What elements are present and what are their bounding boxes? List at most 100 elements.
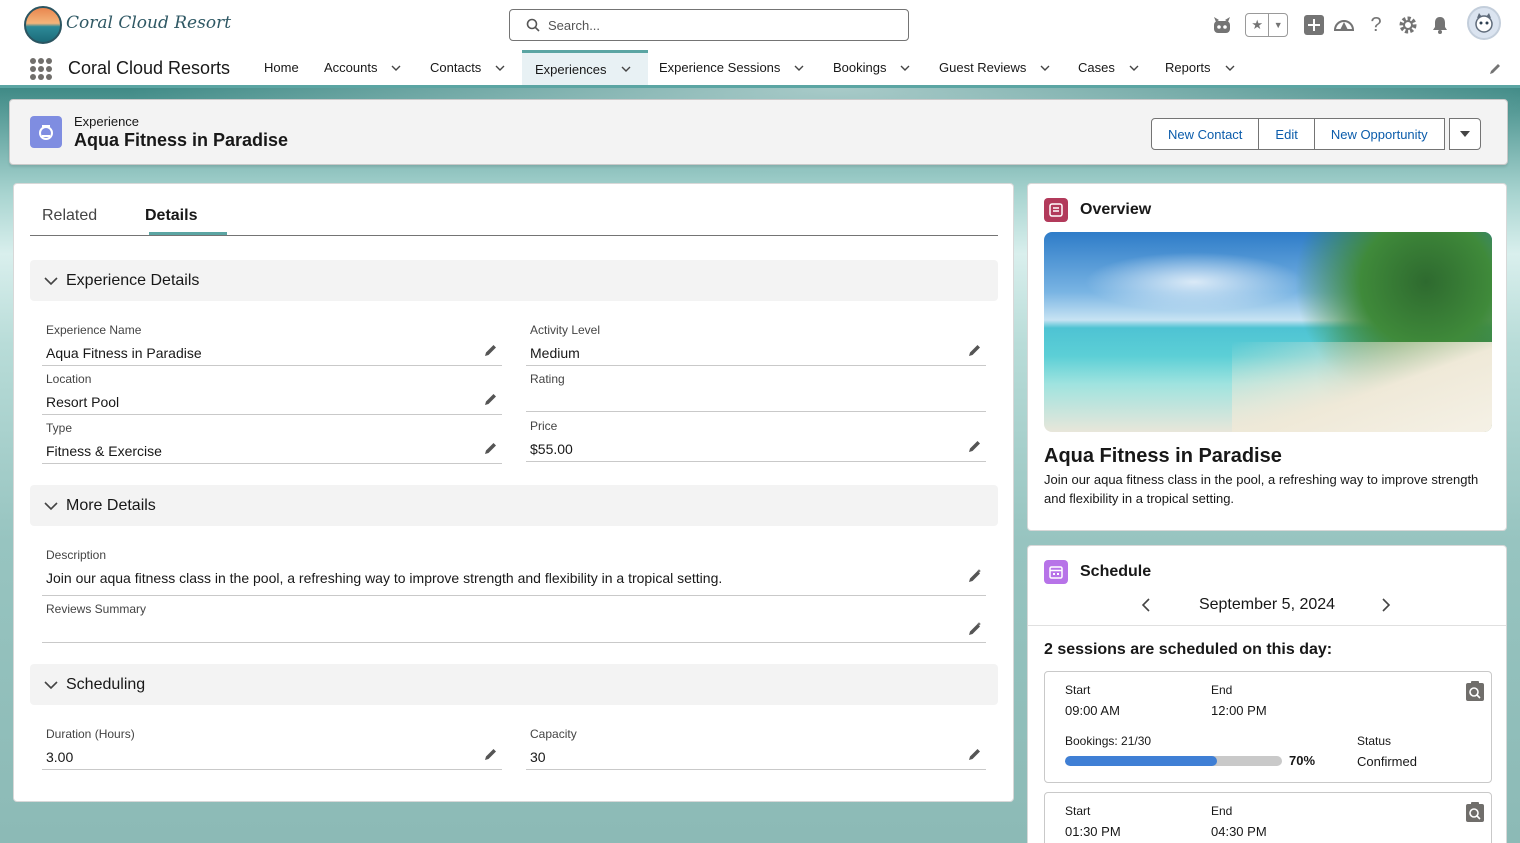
search-session-icon[interactable] [1465, 801, 1485, 823]
nav-item-contacts[interactable]: Contacts [430, 50, 505, 85]
record-actions: New Contact Edit New Opportunity [1152, 118, 1481, 150]
pencil-icon[interactable] [484, 392, 498, 406]
nav-item-cases[interactable]: Cases [1078, 50, 1139, 85]
chevron-down-icon[interactable] [44, 499, 58, 513]
pencil-icon[interactable] [968, 747, 982, 761]
global-header: Coral Cloud Resort ★ ▼ ? [0, 0, 1520, 50]
app-launcher-icon[interactable] [30, 58, 52, 80]
overview-description: Join our aqua fitness class in the pool,… [1044, 470, 1484, 508]
nav-item-bookings[interactable]: Bookings [833, 50, 910, 85]
experience-object-icon [30, 116, 62, 148]
section-scheduling[interactable]: Scheduling [30, 664, 998, 705]
chevron-right-icon[interactable] [1380, 598, 1392, 612]
field-value: 3.00 [46, 749, 73, 765]
bookings-label: Bookings: 21/30 [1065, 734, 1151, 748]
nav-item-label: Experience Sessions [659, 60, 780, 75]
app-name: Coral Cloud Resorts [68, 58, 230, 79]
nav-item-label: Accounts [324, 60, 377, 75]
field-duration: Duration (Hours) 3.00 [42, 727, 502, 770]
chevron-down-icon[interactable] [391, 63, 401, 73]
tab-details[interactable]: Details [145, 207, 197, 225]
chevron-down-icon[interactable] [900, 63, 910, 73]
field-description: Description Join our aqua fitness class … [42, 548, 986, 596]
session-card: Start 09:00 AM End 12:00 PM Bookings: 21… [1044, 671, 1492, 783]
resort-logo-icon[interactable] [24, 6, 62, 44]
new-contact-button[interactable]: New Contact [1151, 118, 1259, 150]
field-value: Fitness & Exercise [46, 443, 162, 459]
pencil-icon[interactable] [484, 343, 498, 357]
chevron-down-icon[interactable] [1129, 63, 1139, 73]
trailhead-icon[interactable] [1332, 12, 1356, 38]
nav-item-accounts[interactable]: Accounts [324, 50, 401, 85]
date-navigator: September 5, 2024 [1028, 594, 1506, 626]
search-icon [526, 18, 540, 32]
nav-item-experience-sessions[interactable]: Experience Sessions [659, 50, 804, 85]
nav-item-experiences[interactable]: Experiences [522, 50, 648, 85]
chevron-down-icon[interactable]: ▼ [1269, 14, 1287, 36]
chevron-down-icon[interactable] [44, 678, 58, 692]
user-avatar[interactable] [1467, 6, 1501, 40]
help-icon[interactable]: ? [1366, 12, 1386, 38]
add-icon[interactable] [1302, 12, 1326, 38]
overview-title: Overview [1080, 201, 1151, 219]
bell-icon[interactable] [1428, 12, 1452, 38]
overview-header: Overview [1044, 198, 1151, 222]
overview-card: Overview Aqua Fitness in Paradise Join o… [1027, 183, 1507, 531]
record-title: Aqua Fitness in Paradise [74, 130, 288, 151]
overview-experience-name: Aqua Fitness in Paradise [1044, 445, 1282, 468]
field-label: Rating [530, 372, 565, 386]
chevron-down-icon[interactable] [1040, 63, 1050, 73]
session-end: 12:00 PM [1211, 703, 1267, 718]
field-value: Aqua Fitness in Paradise [46, 345, 202, 361]
schedule-card: Schedule September 5, 2024 2 sessions ar… [1027, 545, 1507, 843]
nav-item-guest-reviews[interactable]: Guest Reviews [939, 50, 1050, 85]
search-input[interactable] [548, 14, 898, 36]
field-label: Type [46, 421, 72, 435]
chevron-down-icon[interactable] [794, 63, 804, 73]
section-title: Scheduling [66, 676, 145, 694]
magic-edit-icon[interactable] [968, 622, 982, 636]
bookings-progress-fill [1065, 756, 1217, 766]
bookings-progress-bar [1065, 756, 1282, 766]
chevron-down-icon[interactable] [621, 64, 631, 74]
record-tabs: Related Details [30, 184, 998, 236]
section-title: More Details [66, 497, 156, 515]
status-label: Status [1357, 734, 1391, 748]
star-icon[interactable]: ★ [1246, 14, 1269, 36]
field-value: Medium [530, 345, 580, 361]
field-label: Reviews Summary [46, 602, 146, 616]
favorites-control[interactable]: ★ ▼ [1245, 13, 1288, 37]
sessions-summary: 2 sessions are scheduled on this day: [1044, 641, 1332, 659]
nav-item-label: Contacts [430, 60, 481, 75]
more-actions-button[interactable] [1449, 118, 1481, 150]
pencil-icon[interactable] [484, 441, 498, 455]
section-experience-details[interactable]: Experience Details [30, 260, 998, 301]
tab-related[interactable]: Related [42, 207, 97, 225]
search-session-icon[interactable] [1465, 680, 1485, 702]
section-more-details[interactable]: More Details [30, 485, 998, 526]
field-capacity: Capacity 30 [526, 727, 986, 770]
pencil-icon[interactable] [968, 439, 982, 453]
field-label: Capacity [530, 727, 577, 741]
field-label: Duration (Hours) [46, 727, 135, 741]
pencil-icon[interactable] [484, 747, 498, 761]
nav-item-label: Home [264, 60, 299, 75]
field-activity-level: Activity Level Medium [526, 323, 986, 366]
global-search[interactable] [509, 9, 909, 41]
edit-nav-icon[interactable] [1488, 62, 1502, 76]
nav-item-home[interactable]: Home [264, 50, 299, 85]
nav-item-label: Experiences [535, 62, 607, 77]
agent-icon[interactable] [1209, 12, 1235, 38]
magic-edit-icon[interactable] [968, 569, 982, 583]
new-opportunity-button[interactable]: New Opportunity [1314, 118, 1445, 150]
pencil-icon[interactable] [968, 343, 982, 357]
experience-image [1044, 232, 1492, 432]
chevron-down-icon[interactable] [44, 274, 58, 288]
brand-name: Coral Cloud Resort [66, 13, 231, 33]
field-label: Location [46, 372, 91, 386]
chevron-down-icon[interactable] [495, 63, 505, 73]
edit-button[interactable]: Edit [1258, 118, 1314, 150]
gear-icon[interactable] [1396, 12, 1420, 38]
chevron-down-icon[interactable] [1225, 63, 1235, 73]
nav-item-reports[interactable]: Reports [1165, 50, 1235, 85]
